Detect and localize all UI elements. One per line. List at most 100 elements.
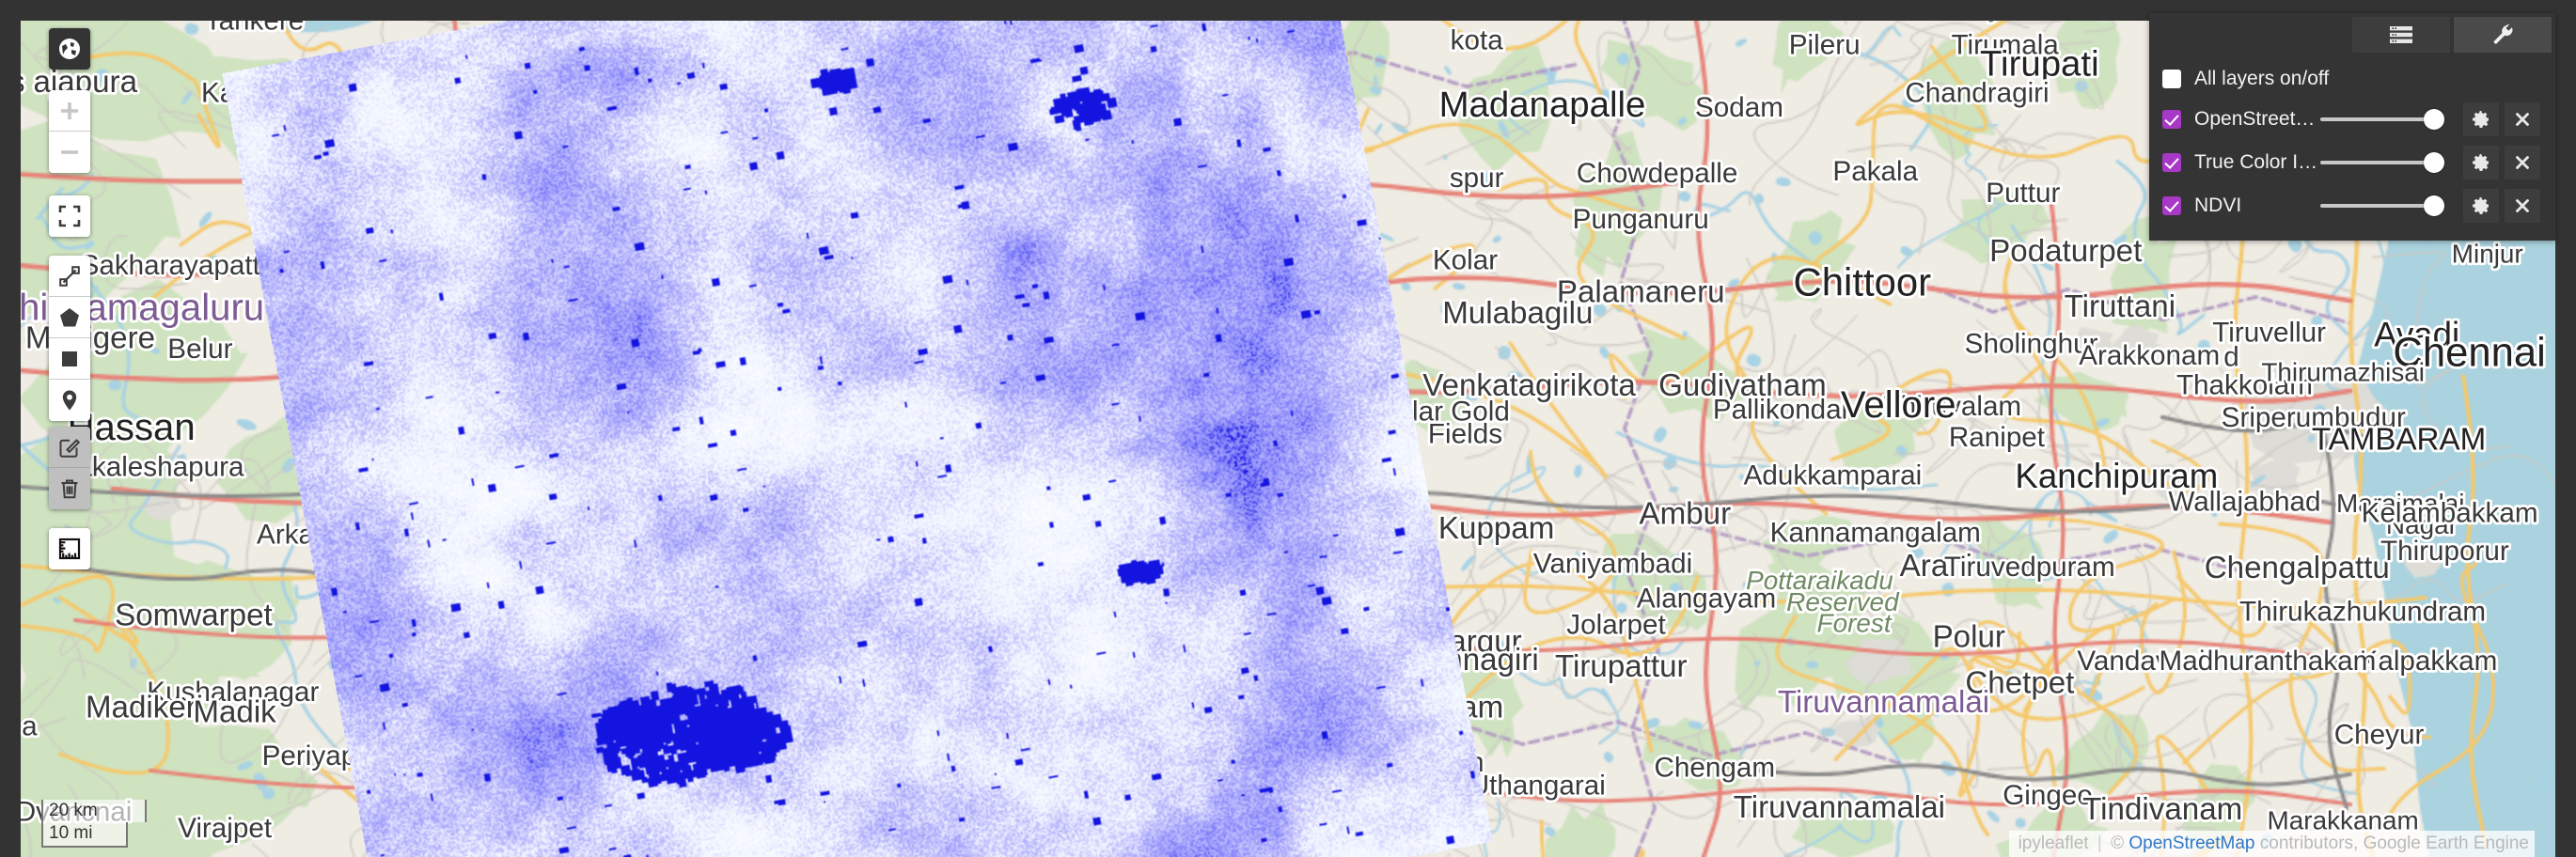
place-label-text: Arakkonam	[2079, 340, 2220, 371]
ndvi-image-overlay	[222, 21, 1493, 857]
slider-knob[interactable]	[2424, 195, 2444, 216]
place-label-text: Madik	[193, 695, 276, 730]
delete-layers-button[interactable]	[49, 468, 90, 509]
layer-opacity-slider[interactable]	[2320, 150, 2444, 175]
place-label-text: Jolarpet	[1566, 609, 1666, 640]
place-label-text: Gingee	[2003, 780, 2093, 811]
all-layers-row[interactable]: All layers on/off	[2162, 60, 2540, 98]
map-place-label: SanctuarySanctuary	[1882, 21, 2007, 24]
edit-control-group[interactable]	[49, 427, 90, 509]
place-label-text: Somwarpet	[115, 599, 273, 633]
draw-marker-button[interactable]	[49, 380, 90, 421]
map-place-label: SodamSodam	[1692, 89, 1786, 126]
map-place-label: KelambakkamKelambakkam	[2359, 495, 2540, 532]
place-label-text: Chittoor	[1794, 259, 1932, 304]
map-place-label: WallajabhadWallajabhad	[2166, 484, 2324, 521]
map-place-label: PolurPolur	[1930, 617, 2008, 658]
layers-stack-button[interactable]	[2352, 17, 2450, 53]
layer-control-panel[interactable]: All layers on/off OpenStreetMap....	[2149, 13, 2555, 241]
edit-layers-button[interactable]	[49, 427, 90, 468]
attribution-prefix: ipyleaflet	[2018, 834, 2089, 853]
place-label-text: Pallikondai	[1713, 395, 1847, 426]
slider-knob[interactable]	[2424, 152, 2444, 173]
layer-row[interactable]: OpenStreetMap....	[2162, 98, 2540, 141]
map-place-label: ForestForest	[1814, 606, 1895, 641]
map-place-label: MadhuranthakamMadhuranthakam	[2157, 643, 2379, 679]
basemap-control-group[interactable]	[49, 28, 90, 70]
layer-remove-button[interactable]	[2505, 189, 2540, 223]
edit-icon	[59, 438, 81, 458]
zoom-in-button[interactable]	[49, 90, 90, 132]
layer-visibility-checkbox[interactable]	[2162, 110, 2181, 129]
layer-remove-button[interactable]	[2505, 146, 2540, 179]
draw-polyline-button[interactable]	[49, 256, 90, 297]
slider-knob[interactable]	[2424, 109, 2444, 130]
map-place-label: TirupatturTirupattur	[1552, 647, 1689, 687]
place-label-text: d	[2223, 342, 2239, 373]
map-place-label: aa	[21, 709, 40, 745]
close-icon	[2516, 113, 2529, 126]
polygon-icon	[60, 307, 79, 326]
place-label-text: Chandragiri	[1905, 77, 2049, 108]
layer-opacity-slider[interactable]	[2320, 194, 2444, 218]
layer-visibility-checkbox[interactable]	[2162, 196, 2181, 215]
fullscreen-button[interactable]	[49, 195, 90, 237]
wrench-icon	[2493, 23, 2513, 45]
map-place-label: ThirukazhukundramThirukazhukundram	[2237, 594, 2489, 631]
plus-icon	[61, 101, 78, 119]
layer-settings-button[interactable]	[2463, 189, 2499, 223]
openstreetmap-link[interactable]: OpenStreetMap	[2128, 834, 2254, 853]
place-label-text: Polur	[1933, 619, 2005, 654]
map-place-label: GingeeGingee	[2000, 777, 2095, 814]
map-place-label: PalamaneruPalamaneru	[1554, 273, 1727, 313]
layer-row[interactable]: True Color Image	[2162, 141, 2540, 184]
layer-visibility-checkbox[interactable]	[2162, 153, 2181, 172]
map-place-label: VirajpetVirajpet	[175, 810, 275, 847]
map-place-label: TiruvannamalaiTiruvannamalai	[1775, 682, 1992, 723]
place-label-text: Sodam	[1695, 92, 1783, 123]
map-place-label: ChittoorChittoor	[1791, 257, 1934, 307]
place-label-text: Puttur	[1986, 178, 2060, 209]
zoom-control-group[interactable]	[49, 90, 90, 173]
place-label-text: Sanctuary	[1885, 21, 2005, 22]
draw-polygon-button[interactable]	[49, 297, 90, 338]
place-label-text: Palamaneru	[1557, 274, 1725, 309]
map-place-label: MadanapalleMadanapalle	[1437, 82, 1648, 128]
map-place-label: TiruvedpuramTiruvedpuram	[1941, 549, 2117, 585]
minus-icon	[61, 150, 78, 154]
map-place-label: spurspur	[1447, 160, 1506, 196]
place-label-text: Tiruttani	[2065, 289, 2175, 324]
map-place-label: rasras	[21, 62, 27, 102]
map-place-label: PileruPileru	[1786, 27, 1862, 64]
place-label-text: Punganuru	[1573, 204, 1709, 235]
layer-row[interactable]: NDVI	[2162, 184, 2540, 227]
map-place-label: PodaturpetPodaturpet	[1987, 231, 2144, 272]
layer-remove-button[interactable]	[2505, 102, 2540, 136]
scale-control: 20 km 10 mi	[41, 799, 147, 848]
place-label-text: Madikeri	[86, 690, 203, 725]
settings-wrench-button[interactable]	[2454, 17, 2552, 53]
layer-settings-button[interactable]	[2463, 146, 2499, 179]
place-label-text: Uthangarai	[1469, 771, 1606, 802]
all-layers-checkbox[interactable]	[2162, 70, 2181, 88]
map-place-label: MadikMadik	[191, 693, 279, 733]
map-place-label: SomwarpetSomwarpet	[112, 596, 275, 636]
layer-name-label: True Color Image	[2194, 151, 2320, 173]
trash-icon	[61, 479, 78, 499]
measure-button[interactable]	[49, 528, 90, 569]
fullscreen-control-group[interactable]	[49, 195, 90, 237]
measure-control-group[interactable]	[49, 528, 90, 569]
globe-icon-button[interactable]	[49, 28, 90, 70]
draw-control-group[interactable]	[49, 256, 90, 421]
place-label-text: Adukkamparai	[1744, 460, 1923, 491]
zoom-out-button[interactable]	[49, 132, 90, 173]
map-place-label: AmburAmbur	[1637, 494, 1734, 535]
map-place-label: TarikereTarikere	[202, 21, 306, 39]
layer-settings-button[interactable]	[2463, 102, 2499, 136]
place-label-text: Wallajabhad	[2168, 486, 2320, 517]
close-icon	[2516, 199, 2529, 212]
map-place-label: PakalaPakala	[1830, 153, 1922, 190]
layer-opacity-slider[interactable]	[2320, 107, 2444, 132]
draw-rectangle-button[interactable]	[49, 338, 90, 380]
map-place-label: ChowdepalleChowdepalle	[1574, 155, 1740, 192]
